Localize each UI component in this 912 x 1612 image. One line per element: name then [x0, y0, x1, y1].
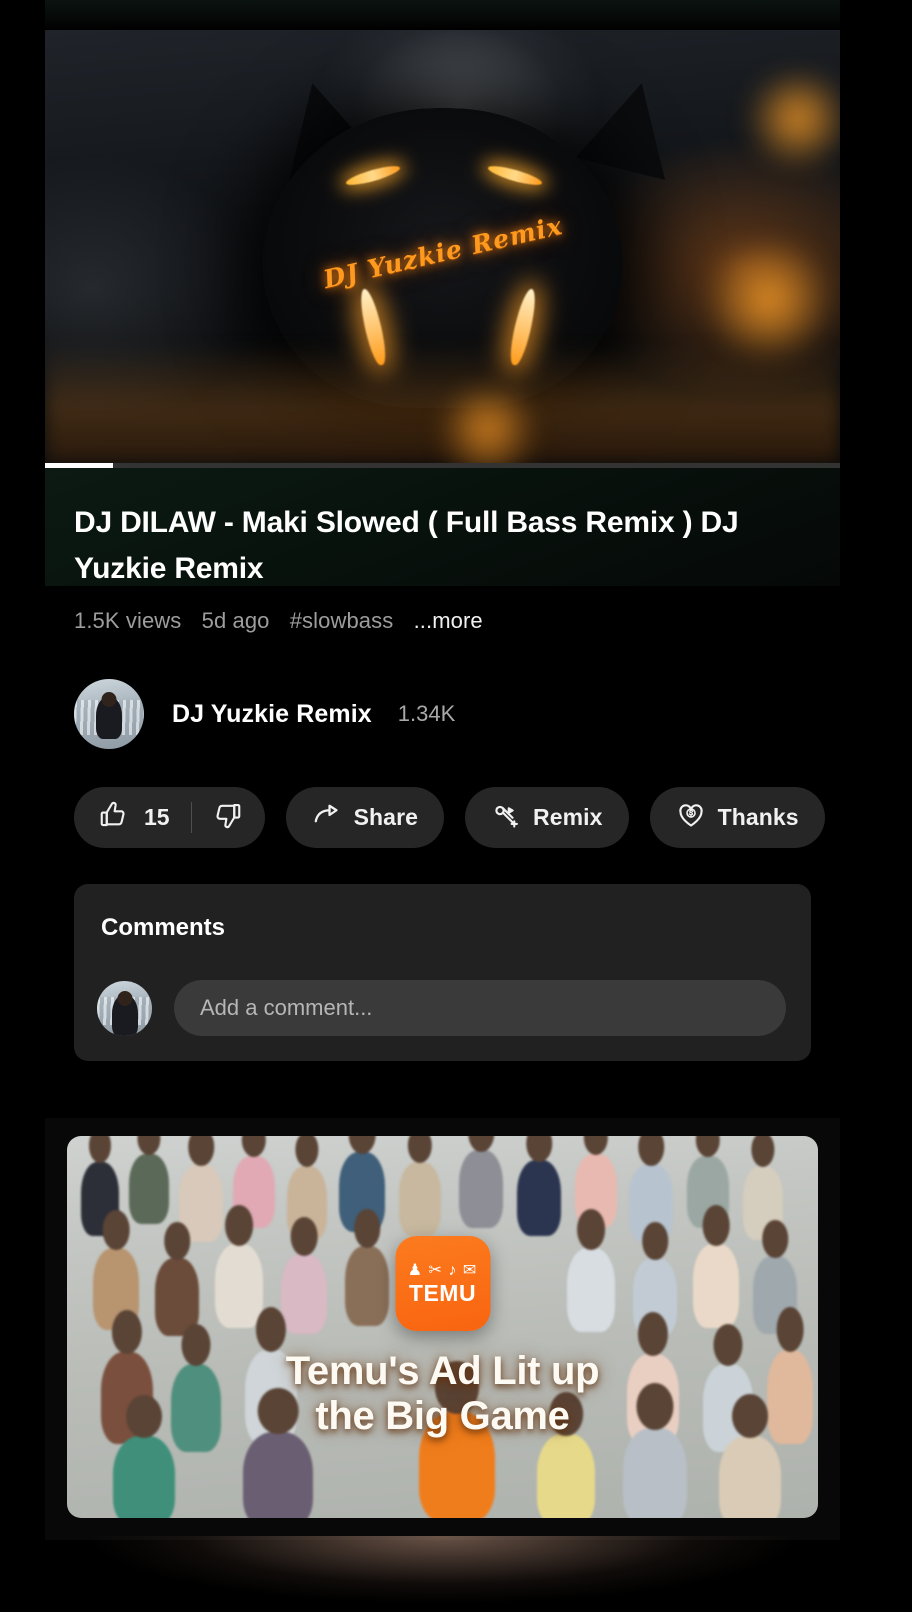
status-bar-icons: 13:0 [45, 0, 840, 7]
avatar-person-head [117, 990, 132, 1006]
like-dislike-group[interactable]: 15 [74, 787, 265, 848]
comments-section[interactable]: Comments Add a comment... [74, 884, 811, 1061]
crowd-person [693, 1244, 739, 1328]
ad-caption: Temu's Ad Lit up the Big Game [67, 1349, 818, 1439]
ad-media[interactable]: ♟ ✂ ♪ ✉ TEMU Temu's Ad Lit up the Big Ga… [67, 1136, 818, 1518]
temu-logo-glyphs: ♟ ✂ ♪ ✉ [407, 1261, 478, 1279]
like-dislike-divider [190, 802, 192, 833]
share-button[interactable]: Share [285, 787, 445, 848]
comments-heading: Comments [101, 914, 226, 941]
add-comment-placeholder: Add a comment... [200, 995, 373, 1020]
channel-row[interactable]: DJ Yuzkie Remix 1.34K [74, 679, 455, 749]
crowd-person-foreground [719, 1436, 781, 1518]
subscriber-count: 1.34K [397, 701, 456, 726]
action-button-row: 15 Share Remix Thanks [74, 787, 825, 848]
temu-logo: ♟ ✂ ♪ ✉ TEMU [395, 1236, 490, 1331]
thumbs-down-icon[interactable] [213, 800, 243, 835]
ad-caption-line-2: the Big Game [315, 1393, 570, 1438]
video-ground-glow [45, 343, 840, 463]
video-title-card[interactable]: DJ DILAW - Maki Slowed ( Full Bass Remix… [45, 468, 840, 586]
thanks-button[interactable]: Thanks [649, 787, 825, 848]
ad-bottom-glow [45, 1536, 840, 1612]
share-label: Share [353, 804, 419, 830]
crowd-person-foreground [243, 1432, 313, 1518]
remix-label: Remix [533, 804, 603, 830]
crowd-person [517, 1160, 561, 1236]
crowd-person [345, 1246, 389, 1326]
temu-brand-text: TEMU [408, 1279, 477, 1306]
remix-button[interactable]: Remix [465, 787, 629, 848]
more-link[interactable]: ...more [414, 608, 483, 633]
crowd-person-foreground [623, 1428, 687, 1518]
add-comment-row[interactable]: Add a comment... [97, 980, 786, 1036]
crowd-person [281, 1254, 327, 1334]
page-title: DJ DILAW - Maki Slowed ( Full Bass Remix… [74, 506, 739, 585]
remix-icon [491, 800, 521, 835]
publish-date: 5d ago [201, 608, 270, 633]
add-comment-input[interactable]: Add a comment... [174, 980, 786, 1036]
video-player[interactable]: DJ Yuzkie Remix [45, 30, 840, 463]
crowd-person [567, 1248, 615, 1332]
crowd-person-foreground [113, 1436, 175, 1518]
channel-avatar[interactable] [74, 679, 144, 749]
current-user-avatar [97, 980, 152, 1036]
advertisement-card[interactable]: ♟ ✂ ♪ ✉ TEMU Temu's Ad Lit up the Big Ga… [45, 1118, 840, 1540]
crowd-person [129, 1154, 169, 1224]
channel-name[interactable]: DJ Yuzkie Remix [172, 700, 372, 729]
ad-caption-line-1: Temu's Ad Lit up [285, 1349, 600, 1393]
status-bar: 13:0 [45, 0, 840, 30]
youtube-watch-screen: 13:0 DJ Yuzkie Remix DJ DILAW - Maki Slo… [0, 0, 912, 1612]
crowd-person [215, 1244, 263, 1328]
video-flare-right-mid [694, 245, 840, 355]
crowd-person-foreground [537, 1434, 595, 1518]
view-count: 1.5K views [74, 608, 182, 633]
hashtag-link[interactable]: #slowbass [290, 608, 394, 633]
video-metadata-line[interactable]: 1.5K views 5d ago #slowbass ...more [74, 608, 483, 634]
crowd-person [459, 1150, 503, 1228]
share-icon [312, 800, 342, 835]
crowd-person [399, 1162, 441, 1236]
like-count: 15 [144, 804, 170, 830]
thanks-label: Thanks [717, 804, 799, 830]
avatar-person-head [101, 692, 117, 708]
heart-dollar-icon [676, 800, 706, 835]
thumbs-up-icon[interactable] [98, 800, 128, 835]
